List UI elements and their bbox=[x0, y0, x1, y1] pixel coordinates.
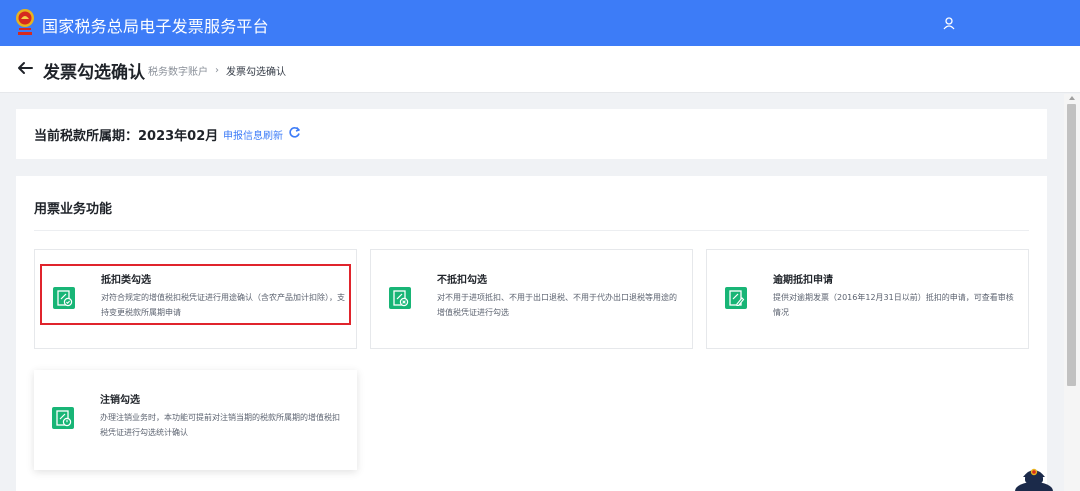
chevron-right-icon: › bbox=[215, 65, 219, 76]
page-header: 发票勾选确认 税务数字账户 › 发票勾选确认 bbox=[0, 46, 1080, 93]
tile-deduction-select[interactable]: 抵扣类勾选 对符合规定的增值税扣税凭证进行用途确认（含农产品加计扣除），支持变更… bbox=[34, 249, 357, 349]
invoice-power-icon bbox=[52, 407, 74, 429]
breadcrumb: 税务数字账户 › 发票勾选确认 bbox=[148, 63, 286, 78]
refresh-declaration-link[interactable]: 申报信息刷新 bbox=[223, 127, 283, 142]
content-area: 当前税款所属期：2023年02月 申报信息刷新 用票业务功能 抵扣类勾选 对符合… bbox=[0, 94, 1064, 491]
tile-description: 提供对逾期发票（2016年12月31日以前）抵扣的申请，可查看审核情况 bbox=[773, 293, 1014, 317]
invoice-edit-icon bbox=[725, 287, 747, 309]
invoice-check-icon bbox=[53, 287, 75, 309]
app-title: 国家税务总局电子发票服务平台 bbox=[42, 17, 269, 36]
tile-title: 逾期抵扣申请 bbox=[773, 275, 833, 286]
page-title: 发票勾选确认 bbox=[43, 63, 145, 83]
tile-non-deduction-select[interactable]: 不抵扣勾选 对不用于进项抵扣、不用于出口退税、不用于代办出口退税等用途的增值税凭… bbox=[370, 249, 693, 349]
tile-title: 不抵扣勾选 bbox=[437, 275, 487, 286]
tile-description: 对符合规定的增值税扣税凭证进行用途确认（含农产品加计扣除），支持变更税款所属期申… bbox=[101, 293, 345, 317]
function-card: 用票业务功能 抵扣类勾选 对符合规定的增值税扣税凭证进行用途确认（含农产品加计扣… bbox=[16, 176, 1047, 491]
user-icon[interactable] bbox=[942, 16, 956, 30]
breadcrumb-item-current: 发票勾选确认 bbox=[226, 67, 286, 78]
tile-overdue-deduction-apply[interactable]: 逾期抵扣申请 提供对逾期发票（2016年12月31日以前）抵扣的申请，可查看审核… bbox=[706, 249, 1029, 349]
invoice-cancel-icon bbox=[389, 287, 411, 309]
tile-title: 注销勾选 bbox=[100, 395, 140, 406]
scroll-thumb[interactable] bbox=[1067, 104, 1076, 386]
tile-deregistration-select[interactable]: 注销勾选 办理注销业务时，本功能可提前对注销当期的税款所属期的增值税扣税凭证进行… bbox=[34, 370, 357, 470]
divider bbox=[34, 230, 1029, 231]
mascot-icon[interactable] bbox=[1014, 465, 1054, 491]
scrollbar[interactable] bbox=[1064, 94, 1080, 491]
breadcrumb-item-account[interactable]: 税务数字账户 bbox=[148, 63, 208, 78]
arrow-left-icon[interactable] bbox=[16, 59, 34, 77]
tax-emblem-icon bbox=[16, 9, 34, 35]
refresh-icon[interactable] bbox=[288, 126, 301, 139]
tile-description: 办理注销业务时，本功能可提前对注销当期的税款所属期的增值税扣税凭证进行勾选统计确… bbox=[100, 413, 340, 437]
tile-description: 对不用于进项抵扣、不用于出口退税、不用于代办出口退税等用途的增值税凭证进行勾选 bbox=[437, 293, 677, 317]
tax-period-label: 当前税款所属期：2023年02月 bbox=[34, 129, 219, 144]
top-bar: 国家税务总局电子发票服务平台 bbox=[0, 0, 1080, 46]
tile-title: 抵扣类勾选 bbox=[101, 275, 151, 286]
period-card: 当前税款所属期：2023年02月 申报信息刷新 bbox=[16, 109, 1047, 159]
scroll-up-icon[interactable] bbox=[1069, 96, 1075, 100]
section-title: 用票业务功能 bbox=[34, 202, 113, 217]
